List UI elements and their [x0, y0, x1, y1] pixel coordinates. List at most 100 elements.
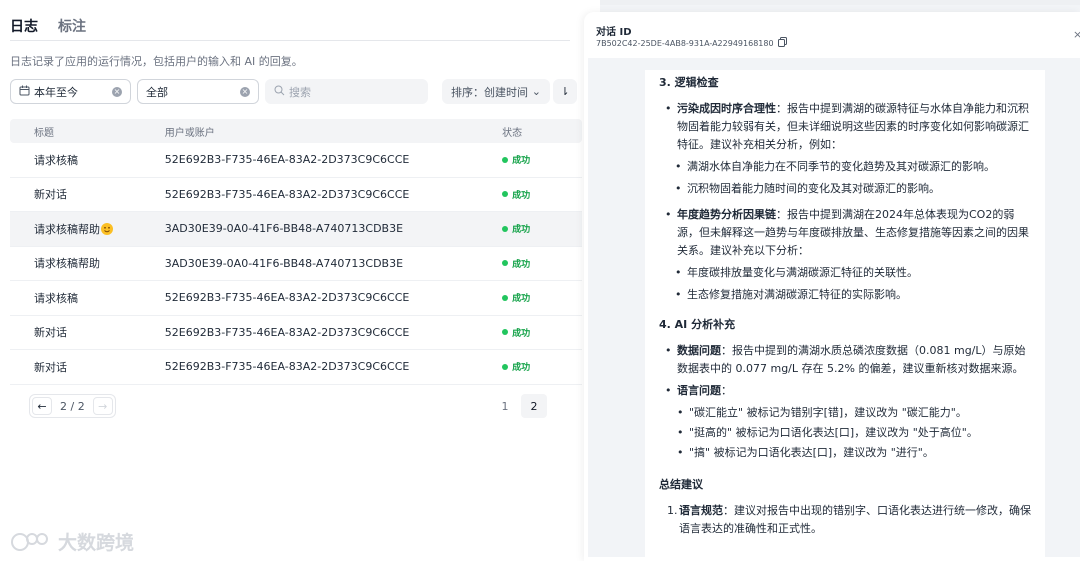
section-heading: 4. AI 分析补充: [659, 318, 736, 331]
row-title: 新对话: [34, 360, 67, 374]
section-heading: 3. 逻辑检查: [659, 76, 719, 89]
table-row[interactable]: 请求核稿 52E692B3-F735-46EA-83A2-2D373C9C6CC…: [10, 281, 582, 316]
page-1-button[interactable]: 1: [492, 394, 518, 418]
item-bold: 语言规范: [679, 504, 723, 517]
ai-list: 数据问题：报告中提到的满湖水质总磷浓度数据（0.081 mg/L）与原始数据表中…: [657, 342, 1033, 462]
row-user: 52E692B3-F735-46EA-83A2-2D373C9C6CCE: [164, 360, 410, 374]
pagination-control: ← 2 / 2 →: [29, 394, 116, 418]
status-dot: [502, 191, 509, 198]
item-text: ：报告中提到的满湖水质总磷浓度数据（0.081 mg/L）与原始数据表中的 0.…: [677, 344, 1026, 375]
status-dot: [502, 294, 509, 301]
row-title: 新对话: [34, 188, 67, 202]
logs-table: 标题 用户或账户 状态 请求核稿 52E692B3-F735-46EA-83A2…: [10, 119, 582, 385]
status-dot: [502, 225, 509, 232]
conversation-drawer: 对话 ID 7B502C42-25DE-4AB8-931A-A229491681…: [584, 12, 1080, 561]
table-row[interactable]: 请求核稿帮助 3AD30E39-0A0-41F6-BB48-A740713CDB…: [10, 212, 582, 247]
watermark-text: 大数跨境: [58, 532, 135, 554]
next-page-button[interactable]: →: [92, 397, 113, 415]
row-title: 请求核稿帮助: [34, 222, 100, 236]
page-indicator: 2 / 2: [60, 399, 85, 413]
item-text: ：: [721, 384, 732, 397]
row-title: 请求核稿帮助: [34, 257, 100, 271]
prev-page-button[interactable]: ←: [32, 397, 52, 415]
row-title: 请求核稿: [34, 291, 78, 305]
row-title: 新对话: [34, 326, 67, 340]
message-content: 3. 逻辑检查 污染成因时序合理性：报告中提到满湖的碳源特征与水体自净能力和沉积…: [645, 70, 1045, 557]
list-item: 年度趋势分析因果链：报告中提到满湖在2024年总体表现为CO2的弱源，但未解释这…: [657, 206, 1033, 260]
status-filter[interactable]: 全部 ×: [137, 79, 259, 104]
header-status: 状态: [502, 127, 523, 139]
watermark-logo-icon: [11, 532, 48, 551]
sort-direction-icon: ⇂: [560, 85, 570, 98]
tab-annotations[interactable]: 标注: [58, 16, 86, 36]
status-badge: 成功: [502, 188, 582, 201]
clear-date-icon[interactable]: ×: [112, 86, 122, 97]
list-item: 年度碳排放量变化与满湖碳源汇特征的关联性。: [657, 264, 1033, 282]
list-item: 语言问题：: [657, 382, 1033, 400]
search-placeholder: 搜索: [289, 85, 311, 99]
sort-label: 排序：创建时间: [451, 85, 528, 99]
conversation-id-text: 7B502C42-25DE-4AB8-931A-A22949168180: [596, 38, 774, 48]
table-header: 标题 用户或账户 状态: [10, 119, 582, 143]
row-user: 52E692B3-F735-46EA-83A2-2D373C9C6CCE: [164, 187, 410, 201]
item-number: 1.: [667, 504, 678, 517]
item-bold: 语言问题: [677, 384, 721, 397]
status-badge: 成功: [502, 257, 582, 270]
item-bold: 污染成因时序合理性: [677, 102, 776, 115]
drawer-body: 3. 逻辑检查 污染成因时序合理性：报告中提到满湖的碳源特征与水体自净能力和沉积…: [588, 58, 1080, 557]
copy-icon[interactable]: [777, 37, 787, 49]
header-title: 标题: [34, 127, 54, 139]
item-bold: 年度趋势分析因果链: [677, 208, 776, 221]
status-dot: [502, 329, 509, 336]
status-badge: 成功: [502, 291, 582, 304]
sort-direction-button[interactable]: ⇂: [553, 79, 577, 104]
page-2-button[interactable]: 2: [521, 394, 547, 418]
search-icon: [274, 85, 285, 99]
list-item: "碳汇能立" 被标记为错别字[错]，建议改为 "碳汇能力"。: [657, 404, 1033, 422]
table-row[interactable]: 请求核稿帮助 3AD30E39-0A0-41F6-BB48-A740713CDB…: [10, 247, 582, 281]
date-filter[interactable]: 本年至今 ×: [10, 79, 131, 104]
logs-panel: 日志 标注 日志记录了应用的运行情况，包括用户的输入和 AI 的回复。 本年至今…: [0, 0, 600, 561]
conversation-id: 7B502C42-25DE-4AB8-931A-A22949168180: [596, 37, 787, 49]
clear-status-icon[interactable]: ×: [240, 86, 250, 97]
date-filter-value: 本年至今: [34, 85, 78, 99]
item-text: ：建议对报告中出现的错别字、口语化表达进行统一修改，确保语言表达的准确性和正式性…: [679, 504, 1031, 535]
status-text: 成功: [512, 225, 531, 236]
watermark: 大数跨境: [10, 528, 134, 555]
status-dot: [502, 260, 509, 267]
row-user: 3AD30E39-0A0-41F6-BB48-A740713CDB3E: [164, 256, 404, 270]
status-text: 成功: [512, 294, 531, 305]
item-bold: 数据问题: [677, 344, 721, 357]
section-heading: 总结建议: [659, 478, 703, 491]
table-row[interactable]: 新对话 52E692B3-F735-46EA-83A2-2D373C9C6CCE…: [10, 178, 582, 212]
drawer-title: 对话 ID: [596, 27, 632, 38]
row-title-cell: 请求核稿帮助: [10, 221, 165, 237]
row-user: 52E692B3-F735-46EA-83A2-2D373C9C6CCE: [164, 153, 410, 167]
sort-select[interactable]: 排序：创建时间 ⌄: [442, 79, 550, 104]
table-row[interactable]: 新对话 52E692B3-F735-46EA-83A2-2D373C9C6CCE…: [10, 350, 582, 385]
close-icon[interactable]: ×: [1073, 28, 1080, 41]
status-badge: 成功: [502, 326, 582, 339]
tab-logs[interactable]: 日志: [10, 16, 38, 36]
row-user: 52E692B3-F735-46EA-83A2-2D373C9C6CCE: [164, 291, 410, 305]
smile-emoji-icon: [101, 222, 113, 235]
row-user: 3AD30E39-0A0-41F6-BB48-A740713CDB3E: [164, 222, 404, 236]
list-item: 满湖水体自净能力在不同季节的变化趋势及其对碳源汇的影响。: [657, 158, 1033, 176]
row-user: 52E692B3-F735-46EA-83A2-2D373C9C6CCE: [164, 325, 410, 339]
chevron-down-icon: ⌄: [531, 85, 541, 98]
status-dot: [502, 156, 509, 163]
status-badge: 成功: [502, 360, 582, 373]
status-dot: [502, 363, 509, 370]
status-badge: 成功: [502, 222, 582, 235]
list-item: 生态修复措施对满湖碳源汇特征的实际影响。: [657, 286, 1033, 304]
calendar-icon: [19, 85, 30, 99]
table-row[interactable]: 新对话 52E692B3-F735-46EA-83A2-2D373C9C6CCE…: [10, 316, 582, 350]
list-item: 污染成因时序合理性：报告中提到满湖的碳源特征与水体自净能力和沉积物固着能力较弱有…: [657, 100, 1033, 154]
list-item: "搞" 被标记为口语化表达[口]，建议改为 "进行"。: [657, 444, 1033, 462]
list-item: 沉积物固着能力随时间的变化及其对碳源汇的影响。: [657, 180, 1033, 198]
status-text: 成功: [512, 259, 531, 270]
table-row[interactable]: 请求核稿 52E692B3-F735-46EA-83A2-2D373C9C6CC…: [10, 143, 582, 178]
status-badge: 成功: [502, 153, 582, 166]
status-filter-value: 全部: [146, 85, 168, 99]
search-input[interactable]: 搜索: [265, 79, 428, 104]
